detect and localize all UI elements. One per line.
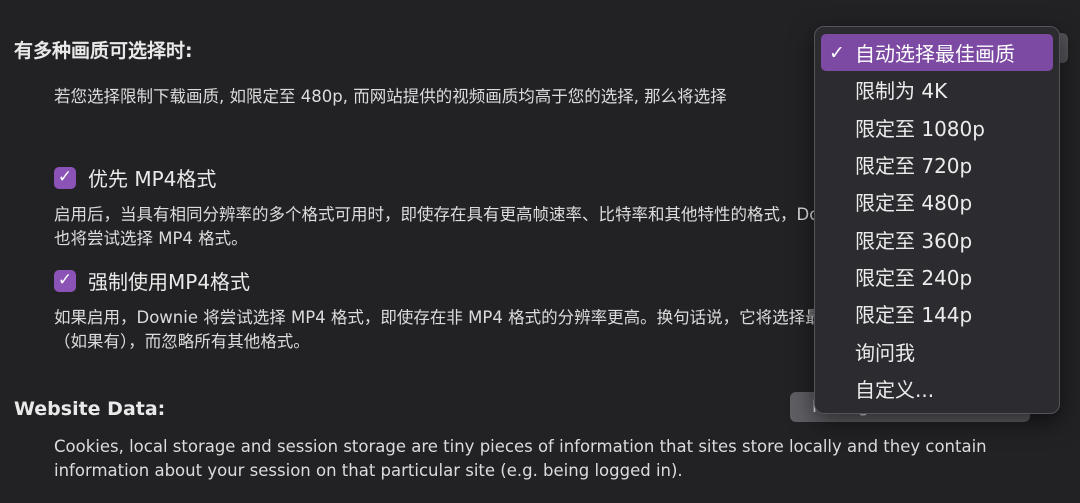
preferences-pane: 有多种画质可选择时: 若您选择限制下载画质, 如限定至 480p, 而网站提供的… [0,0,1080,503]
menu-item-1080p[interactable]: 限定至 1080p [821,109,1053,146]
menu-item-720p[interactable]: 限定至 720p [821,146,1053,183]
menu-item-360p[interactable]: 限定至 360p [821,220,1053,257]
menu-item-label: 限定至 240p [855,265,973,290]
quality-section-title: 有多种画质可选择时: [14,40,193,62]
force-mp4-description-line1: 如果启用，Downie 将尝试选择 MP4 格式，即使存在非 MP4 格式的分辨… [54,308,917,327]
website-data-description-line1: Cookies, local storage and session stora… [54,437,987,456]
quality-dropdown-menu: ✓ 自动选择最佳画质 限制为 4K 限定至 1080p 限定至 720p 限定至 … [814,26,1060,414]
prefer-mp4-description-line2: 也将尝试选择 MP4 格式。 [54,229,248,248]
menu-item-240p[interactable]: 限定至 240p [821,258,1053,295]
menu-item-auto-best[interactable]: ✓ 自动选择最佳画质 [821,34,1053,72]
force-mp4-checkbox[interactable]: ✓ [54,269,76,292]
prefer-mp4-checkbox[interactable]: ✓ [54,166,76,189]
checkmark-icon: ✓ [57,167,73,187]
menu-item-label: 询问我 [855,340,915,365]
website-data-description-line2: information about your session on that p… [54,461,683,480]
force-mp4-description-line2: （如果有），而忽略所有其他格式。 [54,332,310,351]
menu-item-480p[interactable]: 限定至 480p [821,183,1053,220]
checkmark-icon: ✓ [57,270,73,290]
menu-item-label: 限定至 720p [855,154,973,179]
menu-item-label: 限定至 144p [855,303,973,328]
force-mp4-option[interactable]: ✓ 强制使用MP4格式 [54,266,250,295]
menu-item-label: 限定至 1080p [855,116,985,141]
menu-item-label: 限定至 480p [855,191,973,216]
website-data-title: Website Data: [14,398,166,420]
menu-item-label: 自定义... [855,377,935,402]
menu-item-label: 限定至 360p [855,228,973,253]
menu-item-label: 限制为 4K [855,79,948,104]
prefer-mp4-option[interactable]: ✓ 优先 MP4格式 [54,163,216,192]
checkmark-icon: ✓ [829,41,845,64]
menu-item-ask-me[interactable]: 询问我 [821,332,1053,369]
prefer-mp4-label[interactable]: 优先 MP4格式 [88,163,216,192]
menu-item-144p[interactable]: 限定至 144p [821,295,1053,332]
force-mp4-label[interactable]: 强制使用MP4格式 [88,266,250,295]
quality-description: 若您选择限制下载画质, 如限定至 480p, 而网站提供的视频画质均高于您的选择… [54,87,727,106]
menu-item-label: 自动选择最佳画质 [855,42,1015,67]
prefer-mp4-description-line1: 启用后，当具有相同分辨率的多个格式可用时，即使存在具有更高帧速率、比特率和其他特… [54,205,858,224]
menu-item-custom[interactable]: 自定义... [821,370,1053,407]
menu-item-4k[interactable]: 限制为 4K [821,71,1053,108]
